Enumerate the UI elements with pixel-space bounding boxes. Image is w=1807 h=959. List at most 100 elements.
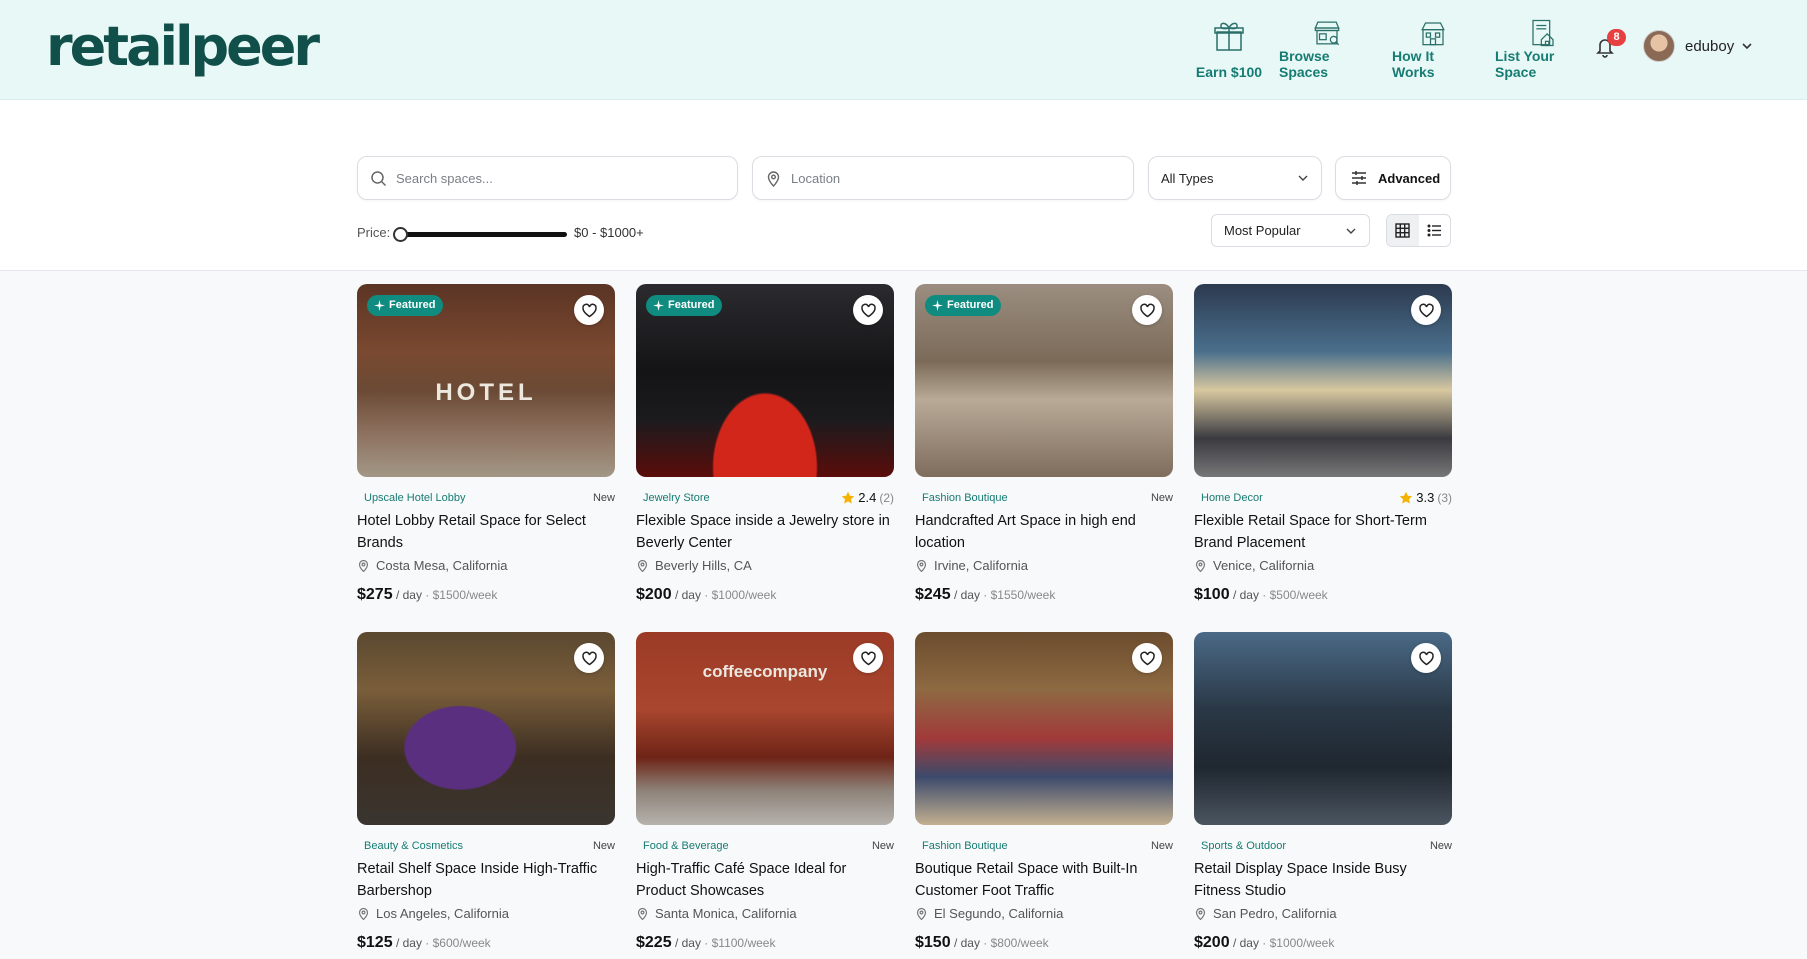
listing-card[interactable]: Featured Jewelry Store 2.4 (2) Flexible … [636,284,894,604]
heart-icon [860,651,876,665]
nav-earn[interactable]: Earn $100 [1195,18,1263,80]
listing-image[interactable] [1194,284,1452,477]
listing-title[interactable]: Handcrafted Art Space in high end locati… [915,510,1173,554]
listing-card[interactable]: HOTEL Featured Upscale Hotel Lobby New H… [357,284,615,604]
listing-price: $245 / day · $1550/week [915,586,1056,603]
grid-icon [1395,223,1410,238]
listing-image[interactable]: Featured [636,284,894,477]
listing-card[interactable]: Beauty & Cosmetics New Retail Shelf Spac… [357,632,615,952]
listing-title[interactable]: High-Traffic Café Space Ideal for Produc… [636,858,894,902]
map-pin-icon [637,559,648,572]
search-input[interactable]: Search spaces... [357,156,738,200]
listing-price: $125 / day · $600/week [357,934,491,951]
listing-title[interactable]: Retail Display Space Inside Busy Fitness… [1194,858,1452,902]
favorite-button[interactable] [853,295,883,325]
type-select[interactable]: All Types [1148,156,1322,200]
new-badge: New [1150,840,1173,852]
listing-image[interactable] [357,632,615,825]
favorite-button[interactable] [574,295,604,325]
map-pin-icon [916,559,927,572]
listing-category: Beauty & Cosmetics [364,840,464,852]
user-menu[interactable]: eduboy [1643,30,1753,62]
listing-title[interactable]: Hotel Lobby Retail Space for Select Bran… [357,510,615,554]
filter-bar: Search spaces... Location All Types Adva… [0,100,1807,271]
nav-label: Browse Spaces [1279,48,1330,80]
heart-icon [1418,303,1434,317]
location-input[interactable]: Location [752,156,1134,200]
price-slider[interactable] [393,226,567,242]
listing-title[interactable]: Boutique Retail Space with Built-In Cust… [915,858,1173,902]
listing-card[interactable]: Fashion Boutique New Boutique Retail Spa… [915,632,1173,952]
nav-list-your-space[interactable]: List Your Space [1495,18,1591,80]
rating: 3.3 (3) [1399,490,1452,505]
site-header: retailpeer Earn $100 Browse Spaces How I… [0,0,1807,100]
price-slider-handle[interactable] [393,227,408,242]
storefront-icon [1314,21,1340,46]
listing-location: Beverly Hills, CA [636,558,894,573]
listing-price: $275 / day · $1500/week [357,586,498,603]
gift-icon [1214,22,1244,51]
listing-category: Sports & Outdoor [1201,840,1286,852]
sparkle-icon [653,300,664,311]
document-house-icon [1532,19,1554,47]
listing-category: Fashion Boutique [922,840,1008,852]
rating: 2.4 (2) [841,490,894,505]
listing-title[interactable]: Flexible Retail Space for Short-Term Bra… [1194,510,1452,554]
nav-how-it-works[interactable]: How It Works [1392,18,1474,80]
listing-location: San Pedro, California [1194,906,1452,921]
listing-price: $225 / day · $1100/week [636,934,776,951]
listing-image[interactable] [1194,632,1452,825]
favorite-button[interactable] [853,643,883,673]
listing-image[interactable] [915,632,1173,825]
listing-image[interactable]: HOTEL Featured [357,284,615,477]
listing-title[interactable]: Flexible Space inside a Jewelry store in… [636,510,894,554]
listing-location: Venice, California [1194,558,1452,573]
listing-card[interactable]: Featured Fashion Boutique New Handcrafte… [915,284,1173,604]
search-icon [371,170,387,186]
nav-browse[interactable]: Browse Spaces [1279,18,1375,80]
listing-card[interactable]: Sports & Outdoor New Retail Display Spac… [1194,632,1452,952]
new-badge: New [1429,840,1452,852]
list-view-button[interactable] [1419,215,1451,246]
grid-view-button[interactable] [1387,215,1419,246]
heart-icon [1139,651,1155,665]
listing-image[interactable]: coffeecompany [636,632,894,825]
favorite-button[interactable] [1411,295,1441,325]
listing-price: $200 / day · $1000/week [1194,934,1335,951]
advanced-label: Advanced [1378,170,1441,186]
image-sign-text: HOTEL [435,379,537,406]
price-slider-track [397,232,567,237]
listing-category: Jewelry Store [643,492,710,504]
advanced-filters-button[interactable]: Advanced [1335,156,1451,200]
listing-price: $150 / day · $800/week [915,934,1049,951]
list-icon [1427,224,1441,237]
price-range: $0 - $1000+ [574,225,644,240]
featured-badge: Featured [925,295,1002,316]
favorite-button[interactable] [574,643,604,673]
location-placeholder: Location [791,170,841,186]
nav-label: List Your Space [1495,48,1555,80]
nav-label: Earn $100 [1195,64,1263,80]
listing-card[interactable]: coffeecompany Food & Beverage New High-T… [636,632,894,952]
new-badge: New [592,840,615,852]
listing-category: Home Decor [1201,492,1263,504]
logo[interactable]: retailpeer [46,12,320,82]
new-badge: New [871,840,894,852]
favorite-button[interactable] [1132,295,1162,325]
favorite-button[interactable] [1411,643,1441,673]
sort-select[interactable]: Most Popular [1211,214,1370,247]
listing-location: Costa Mesa, California [357,558,615,573]
listing-price: $100 / day · $500/week [1194,586,1328,603]
map-pin-icon [1195,559,1206,572]
listing-title[interactable]: Retail Shelf Space Inside High-Traffic B… [357,858,615,902]
listing-card[interactable]: Home Decor 3.3 (3) Flexible Retail Space… [1194,284,1452,604]
sliders-icon [1352,171,1366,185]
listing-image[interactable]: Featured [915,284,1173,477]
nav-label: How It Works [1392,48,1435,80]
chevron-down-icon [1742,43,1752,50]
favorite-button[interactable] [1132,643,1162,673]
listing-location: Santa Monica, California [636,906,894,921]
chevron-down-icon [1346,228,1356,234]
avatar [1643,30,1675,62]
listing-category: Fashion Boutique [922,492,1008,504]
